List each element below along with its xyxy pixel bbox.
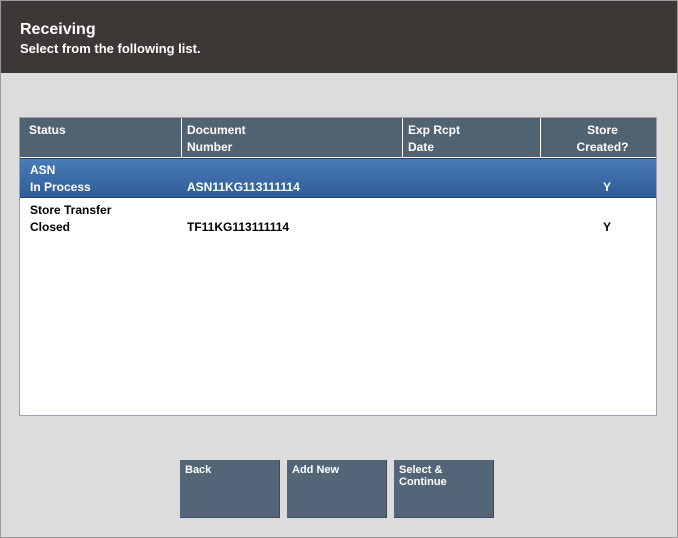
- column-header-label: Number: [187, 140, 233, 154]
- column-header-label: Document: [187, 123, 246, 137]
- status-type: ASN: [30, 163, 56, 177]
- column-header-label: Store: [587, 123, 618, 137]
- status-cell: ASN In Process: [30, 162, 91, 196]
- document-number-cell: ASN11KG113111114: [187, 180, 300, 194]
- page-title: Receiving: [20, 21, 96, 38]
- add-new-button[interactable]: Add New: [287, 460, 387, 518]
- store-created-cell: Y: [602, 220, 611, 234]
- status-state: In Process: [30, 180, 91, 194]
- status-type: Store Transfer: [30, 203, 112, 217]
- status-cell: Store Transfer Closed: [30, 202, 111, 236]
- table-row[interactable]: Store Transfer Closed TF11KG113111114 Y: [20, 199, 656, 239]
- table-row[interactable]: ASN In Process ASN11KG113111114 Y: [20, 158, 656, 198]
- column-header-label: Status: [29, 123, 66, 137]
- store-created-cell: Y: [602, 180, 611, 194]
- select-continue-button[interactable]: Select & Continue: [394, 460, 494, 518]
- column-header-store-created[interactable]: Store Created?: [541, 118, 656, 157]
- column-header-label: Date: [408, 140, 435, 154]
- column-header-document-number[interactable]: Document Number: [182, 118, 403, 157]
- document-number-cell: TF11KG113111114: [187, 220, 290, 234]
- column-header-label: Exp Rcpt: [408, 123, 461, 137]
- receiving-list-table: Status Document Number Exp Rcpt Date Sto…: [19, 117, 657, 416]
- column-header-status[interactable]: Status: [20, 118, 182, 157]
- column-header-label: Created?: [576, 140, 629, 154]
- back-button[interactable]: Back: [180, 460, 280, 518]
- page-subtitle: Select from the following list.: [20, 41, 201, 56]
- table-header: Status Document Number Exp Rcpt Date Sto…: [20, 118, 656, 157]
- column-header-exp-rcpt-date[interactable]: Exp Rcpt Date: [403, 118, 541, 157]
- page-header: Receiving Select from the following list…: [1, 1, 677, 73]
- status-state: Closed: [30, 220, 71, 234]
